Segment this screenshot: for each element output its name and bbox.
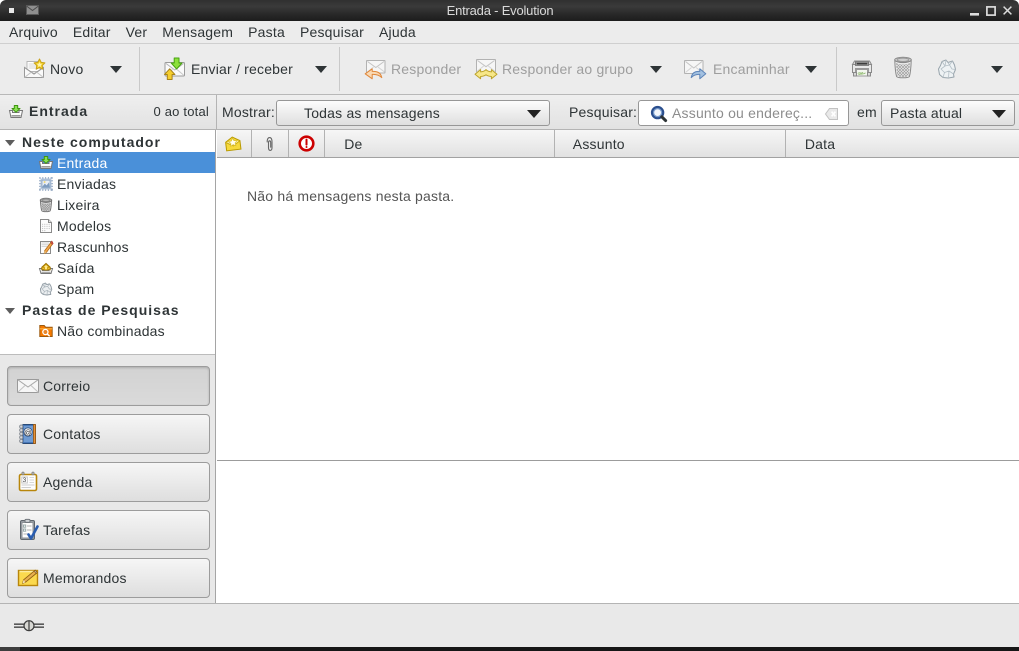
svg-text:@: @ bbox=[24, 428, 32, 437]
svg-text:3: 3 bbox=[23, 477, 27, 484]
